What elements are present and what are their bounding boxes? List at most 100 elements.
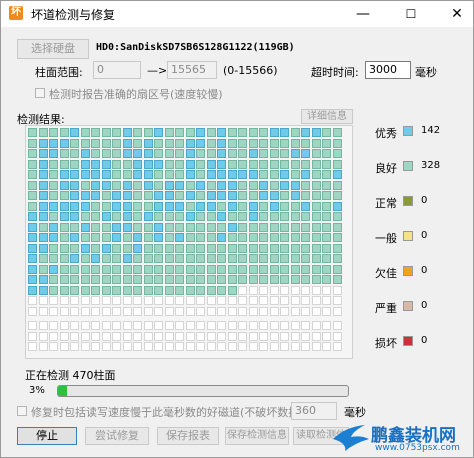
save-info-button[interactable]: 保存检测信息 [225,427,289,445]
sector-cell [133,128,142,137]
legend-label: 欠佳 [375,267,397,280]
sector-cell [70,306,79,316]
sector-cell [175,306,184,316]
sector-cell [332,321,342,330]
sector-cell [196,149,205,158]
sector-cell [311,128,321,137]
sector-cell [175,254,184,263]
sector-cell [196,243,205,253]
sector-cell [259,159,268,169]
legend-label: 一般 [375,232,397,245]
select-disk-button[interactable]: 选择硬盘 [17,39,89,59]
sector-cell [164,191,174,200]
minimize-button[interactable]: — [347,1,379,27]
sector-cell [248,342,258,351]
sector-cell [175,296,184,305]
sector-cell [259,149,268,158]
sector-cell [227,180,237,190]
sector-cell [332,342,342,351]
sector-cell [238,296,247,305]
sector-cell [322,275,331,284]
sector-cell [322,128,331,137]
sector-cell [80,342,90,351]
sector-cell [227,128,237,137]
sector-cell [112,254,121,263]
sector-cell [28,264,37,274]
sector-cell [185,243,195,253]
sector-cell [259,180,268,190]
sector-cell [49,128,58,137]
sector-cell [59,138,69,148]
range-end-input[interactable]: 15565 [167,61,217,79]
report-sector-checkbox[interactable] [35,88,45,98]
sector-cell [290,331,300,341]
sector-cell [311,149,321,158]
sector-cell [322,212,331,221]
sector-cell [112,170,121,179]
sector-cell [185,306,195,316]
sector-cell [164,285,174,295]
sector-cell [70,138,79,148]
sector-cell [238,149,247,158]
close-button[interactable]: ✕ [441,1,473,27]
legend-label: 良好 [375,162,397,175]
try-repair-button[interactable]: 尝试修复 [85,427,149,445]
sector-cell [259,222,268,232]
sector-cell [112,331,121,341]
sector-cell [227,275,237,284]
bad-sector-window: 坏 坏道检测与修复 — ☐ ✕ 选择硬盘 HD0:SanDiskSD7SB6S1… [0,0,474,458]
sector-cell [238,159,247,169]
sector-cell [122,275,132,284]
sector-cell [133,243,142,253]
sector-cell [164,149,174,158]
timeout-label: 超时时间: [311,66,359,79]
sector-cell [227,254,237,263]
sector-cell [248,254,258,263]
save-report-button[interactable]: 保存报表 [157,427,219,445]
sector-cell [206,243,216,253]
stop-button[interactable]: 停止 [17,427,77,445]
sector-cell [217,264,226,274]
sector-cell [332,243,342,253]
sector-cell [280,180,289,190]
sector-cell [80,180,90,190]
sector-cell [122,264,132,274]
sector-cell [49,254,58,263]
sector-cell [332,180,342,190]
sector-cell [322,170,331,179]
sector-cell [101,321,111,330]
sector-cell [154,170,163,179]
sector-cell [28,180,37,190]
sector-cell [311,306,321,316]
sector-cell [332,233,342,242]
sector-cell [311,275,321,284]
sector-cell [59,149,69,158]
sector-cell [238,342,247,351]
sector-cell [248,159,258,169]
sector-cell [59,180,69,190]
legend-count: 0 [421,230,428,241]
sector-cell [196,254,205,263]
sector-cell [122,138,132,148]
sector-cell [154,243,163,253]
sector-cell [164,201,174,211]
watermark: 鹏鑫装机网 www.0753psx.com [331,417,471,457]
sector-cell [206,233,216,242]
sector-cell [280,138,289,148]
range-start-input[interactable]: 0 [93,61,141,79]
sector-cell [175,264,184,274]
sector-cell [59,233,69,242]
sector-cell [112,285,121,295]
sector-cell [101,138,111,148]
sector-cell [112,264,121,274]
sector-cell [175,180,184,190]
sector-cell [238,264,247,274]
sector-cell [259,243,268,253]
details-button[interactable]: 详细信息 [301,109,353,124]
repair-option-checkbox[interactable] [17,406,27,416]
sector-cell [143,254,153,263]
sector-cell [154,296,163,305]
timeout-input[interactable]: 3000 [365,61,411,79]
sector-cell [133,201,142,211]
maximize-button[interactable]: ☐ [395,1,427,27]
